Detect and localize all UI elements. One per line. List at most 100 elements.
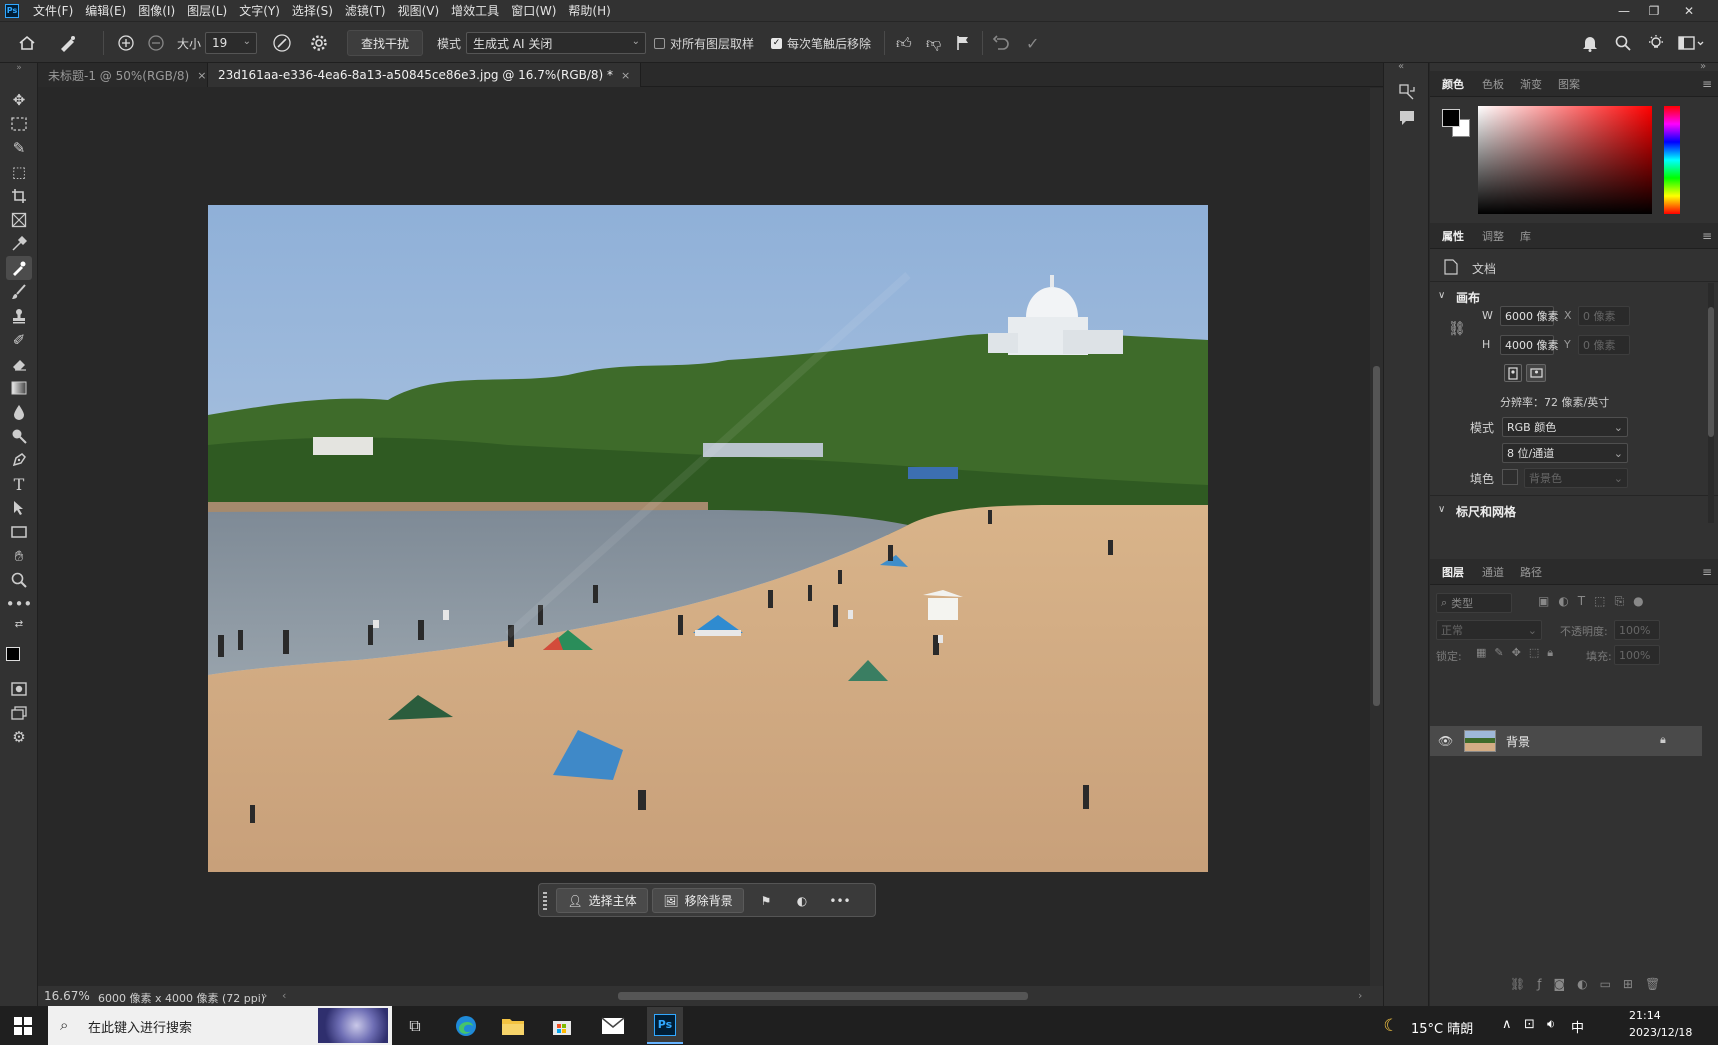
adjustment-icon[interactable]: ◐ xyxy=(791,890,813,912)
flag-icon[interactable] xyxy=(956,22,970,64)
tab-adjustments[interactable]: 调整 xyxy=(1482,223,1504,249)
remove-tool-preset-icon[interactable] xyxy=(58,22,78,64)
y-field[interactable]: 0 像素 xyxy=(1578,335,1630,355)
layer-row[interactable]: 👁︎ 背景 🔒︎ xyxy=(1430,726,1702,756)
commit-check-icon[interactable]: ✓ xyxy=(1026,22,1039,64)
microsoft-store-icon[interactable] xyxy=(547,1011,577,1041)
hand-tool-icon[interactable]: ✋︎ xyxy=(6,544,32,568)
menu-file[interactable]: 文件(F) xyxy=(33,2,73,19)
tab-libraries[interactable]: 库 xyxy=(1520,223,1531,249)
pressure-size-icon[interactable] xyxy=(272,22,292,64)
chevron-left-icon[interactable]: ‹ xyxy=(282,989,286,1002)
lock-icon[interactable]: 🔒︎ xyxy=(1660,733,1666,747)
width-field[interactable]: 6000 像素 xyxy=(1500,306,1559,326)
eye-visibility-icon[interactable]: 👁︎ xyxy=(1438,734,1453,748)
menu-help[interactable]: 帮助(H) xyxy=(568,2,610,19)
menu-edit[interactable]: 编辑(E) xyxy=(85,2,126,19)
menu-type[interactable]: 文字(Y) xyxy=(239,2,280,19)
tab-color[interactable]: 颜色 xyxy=(1442,71,1464,97)
minimize-icon[interactable]: — xyxy=(1610,0,1638,21)
menu-view[interactable]: 视图(V) xyxy=(398,2,440,19)
clone-stamp-tool-icon[interactable] xyxy=(6,304,32,328)
tab-layers[interactable]: 图层 xyxy=(1442,559,1464,585)
eyedropper-tool-icon[interactable] xyxy=(6,232,32,256)
select-subject-button[interactable]: 👤︎ 选择主体 xyxy=(556,888,648,913)
vertical-scrollbar[interactable] xyxy=(1370,88,1383,986)
drag-handle-icon[interactable] xyxy=(543,892,547,910)
dodge-tool-icon[interactable] xyxy=(6,424,32,448)
path-selection-tool-icon[interactable] xyxy=(6,496,32,520)
find-distractions-button[interactable]: 查找干扰 xyxy=(347,30,423,56)
tab-patterns[interactable]: 图案 xyxy=(1558,71,1580,97)
weather-text[interactable]: 15°C 晴朗 xyxy=(1411,1018,1473,1037)
chevron-down-icon[interactable]: ∨ xyxy=(1438,504,1445,515)
blend-mode-select[interactable]: 正常 ⌄ xyxy=(1436,620,1542,640)
subtract-mode-icon[interactable] xyxy=(147,22,165,64)
horizontal-scroll-thumb[interactable] xyxy=(618,992,1028,1000)
mail-icon[interactable] xyxy=(598,1011,628,1041)
hue-slider[interactable] xyxy=(1664,106,1680,214)
landscape-orientation-icon[interactable] xyxy=(1526,364,1546,382)
photoshop-taskbar-icon[interactable]: Ps xyxy=(647,1007,683,1044)
rectangle-tool-icon[interactable] xyxy=(6,520,32,544)
more-tools-icon[interactable]: ••• xyxy=(6,592,33,616)
chevron-down-icon[interactable]: ∨ xyxy=(1438,290,1445,301)
menu-filter[interactable]: 滤镜(T) xyxy=(345,2,386,19)
home-icon[interactable] xyxy=(18,22,36,64)
discover-lightbulb-icon[interactable] xyxy=(1647,22,1665,64)
eraser-tool-icon[interactable] xyxy=(6,352,32,376)
document-canvas-image[interactable] xyxy=(208,205,1208,872)
close-icon[interactable]: ✕ xyxy=(1675,0,1703,21)
color-picker-field[interactable] xyxy=(1478,106,1652,214)
menu-layer[interactable]: 图层(L) xyxy=(187,2,227,19)
volume-icon[interactable]: 🔉︎ xyxy=(1547,1017,1555,1032)
panel-menu-icon[interactable]: ≡ xyxy=(1702,77,1712,91)
properties-scrollbar[interactable] xyxy=(1708,283,1714,523)
foreground-color-swatch[interactable] xyxy=(1442,109,1460,127)
bit-depth-select[interactable]: 8 位/通道 ⌄ xyxy=(1502,443,1628,463)
history-icon[interactable] xyxy=(1398,83,1416,101)
mode-select[interactable]: 生成式 AI 关闭 ⌄ xyxy=(466,32,646,54)
tab-untitled-1[interactable]: 未标题-1 @ 50%(RGB/8) × xyxy=(38,63,217,87)
tab-paths[interactable]: 路径 xyxy=(1520,559,1542,585)
flag-icon[interactable]: ⚑︎ xyxy=(755,890,777,912)
search-icon[interactable] xyxy=(1615,22,1631,64)
canvas-section-header[interactable]: 画布 xyxy=(1456,289,1480,306)
thumbs-up-icon[interactable]: 👍︎ xyxy=(896,22,912,64)
quick-mask-icon[interactable] xyxy=(6,677,32,701)
settings-gear-icon[interactable] xyxy=(310,22,328,64)
rulers-grids-header[interactable]: 标尺和网格 xyxy=(1456,503,1516,520)
pen-tool-icon[interactable] xyxy=(6,448,32,472)
network-icon[interactable]: ⊡ xyxy=(1524,1017,1535,1032)
tab-channels[interactable]: 通道 xyxy=(1482,559,1504,585)
panel-menu-icon[interactable]: ≡ xyxy=(1702,229,1712,243)
gradient-tool-icon[interactable] xyxy=(6,376,32,400)
close-tab-icon[interactable]: × xyxy=(621,69,630,82)
add-mode-icon[interactable] xyxy=(117,22,135,64)
file-explorer-icon[interactable] xyxy=(498,1011,528,1041)
zoom-tool-icon[interactable] xyxy=(6,568,32,592)
fill-select[interactable]: 背景色 ⌄ xyxy=(1524,468,1628,488)
remove-background-button[interactable]: 🖼︎ 移除背景 xyxy=(652,888,744,913)
collapse-toolbar-icon[interactable]: » xyxy=(6,63,32,73)
select-subject-tool-icon[interactable]: ⬚ xyxy=(6,160,32,184)
chevron-right-icon[interactable]: › xyxy=(1358,989,1362,1002)
menu-plugins[interactable]: 增效工具 xyxy=(451,2,499,19)
opacity-field[interactable]: 100% xyxy=(1614,620,1660,640)
undo-icon[interactable] xyxy=(992,22,1010,64)
remove-tool-icon[interactable] xyxy=(6,256,32,280)
fill-color-swatch[interactable] xyxy=(1502,469,1518,485)
swap-colors-icon[interactable]: ⇄ xyxy=(6,616,32,632)
tab-properties[interactable]: 属性 xyxy=(1442,223,1464,249)
object-selection-tool-icon[interactable]: ✎ xyxy=(6,136,32,160)
size-select[interactable]: 19 ⌄ xyxy=(205,32,257,54)
blur-tool-icon[interactable] xyxy=(6,400,32,424)
menu-select[interactable]: 选择(S) xyxy=(292,2,333,19)
tab-swatches[interactable]: 色板 xyxy=(1482,71,1504,97)
layer-name[interactable]: 背景 xyxy=(1506,733,1530,750)
tab-beach-photo[interactable]: 23d161aa-e336-4ea6-8a13-a50845ce86e3.jpg… xyxy=(207,63,642,87)
task-view-icon[interactable]: ⧉ xyxy=(400,1011,430,1041)
fill-opacity-field[interactable]: 100% xyxy=(1614,645,1660,665)
color-mode-select[interactable]: RGB 颜色 ⌄ xyxy=(1502,417,1628,437)
marquee-tool-icon[interactable] xyxy=(6,112,32,136)
